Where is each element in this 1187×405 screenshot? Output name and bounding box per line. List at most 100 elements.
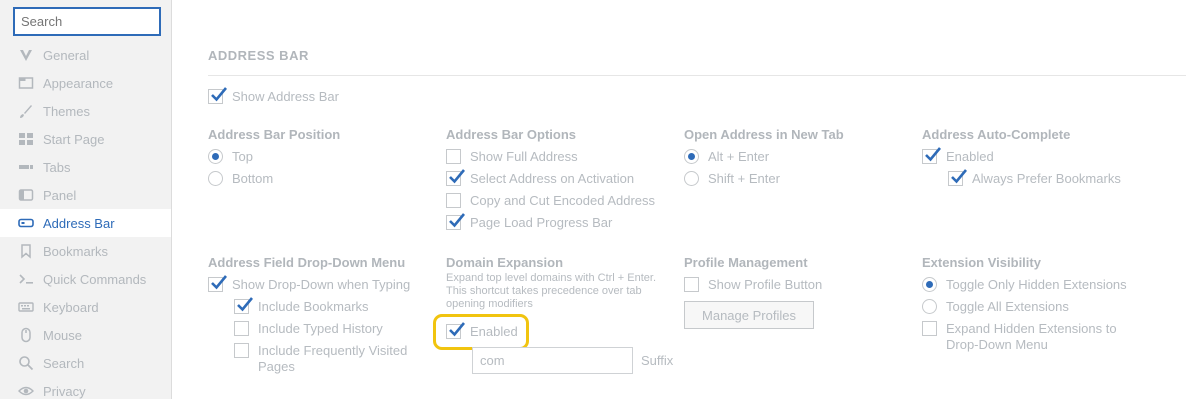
terminal-icon [17, 270, 35, 288]
sidebar-item-mouse[interactable]: Mouse [0, 321, 171, 349]
group-title-dropdown: Address Field Drop-Down Menu [208, 255, 406, 270]
group-title-position: Address Bar Position [208, 127, 341, 142]
include-frequent-pages-checkbox[interactable]: Include Frequently Visited Pages [234, 343, 424, 375]
autocomplete-enabled-checkbox[interactable]: Enabled [922, 147, 994, 165]
domain-description: Expand top level domains with Ctrl + Ent… [446, 272, 657, 310]
option-label: Include Typed History [258, 321, 383, 336]
sidebar-item-label: Start Page [43, 131, 105, 147]
option-label: Include Bookmarks [258, 299, 369, 314]
show-dropdown-checkbox[interactable]: Show Drop-Down when Typing [208, 275, 411, 293]
group-title-autocomplete: Address Auto-Complete [922, 127, 1071, 142]
domain-suffix-input[interactable]: com [472, 347, 633, 374]
checkbox-checked-icon [208, 275, 228, 292]
radio-unselected-icon [684, 171, 699, 186]
bookmark-icon [17, 242, 35, 260]
option-label: Expand Hidden Extensions to Drop-Down Me… [946, 321, 1117, 352]
radio-selected-icon [684, 149, 699, 164]
option-label: Shift + Enter [708, 171, 780, 186]
mouse-icon [17, 326, 35, 344]
option-label: Toggle Only Hidden Extensions [946, 277, 1127, 292]
sidebar-item-privacy[interactable]: Privacy [0, 377, 171, 405]
option-label: Enabled [470, 324, 518, 339]
checkbox-unchecked-icon [684, 277, 699, 292]
sidebar-item-keyboard[interactable]: Keyboard [0, 293, 171, 321]
manage-profiles-button[interactable]: Manage Profiles [684, 301, 814, 329]
checkbox-checked-icon [208, 87, 228, 104]
sidebar-item-tabs[interactable]: Tabs [0, 153, 171, 181]
checkbox-unchecked-icon [446, 149, 461, 164]
brush-icon [17, 102, 35, 120]
sidebar-item-general[interactable]: General [0, 41, 171, 69]
option-label: Show Profile Button [708, 277, 823, 292]
sidebar-item-appearance[interactable]: Appearance [0, 69, 171, 97]
expand-hidden-extensions-checkbox[interactable]: Expand Hidden Extensions to Drop-Down Me… [922, 321, 1137, 353]
sidebar-item-bookmarks[interactable]: Bookmarks [0, 237, 171, 265]
sidebar-item-label: Keyboard [43, 299, 99, 315]
option-label: Bottom [232, 171, 274, 186]
group-title-options: Address Bar Options [446, 127, 577, 142]
sidebar-item-label: Search [43, 355, 85, 371]
radio-selected-icon [208, 149, 223, 164]
checkbox-unchecked-icon [446, 193, 461, 208]
show-profile-button-checkbox[interactable]: Show Profile Button [684, 277, 822, 293]
checkbox-checked-icon [922, 147, 942, 164]
group-title-domain: Domain Expansion [446, 255, 564, 270]
checkbox-checked-icon [446, 322, 466, 339]
position-top-radio[interactable]: Top [208, 149, 253, 165]
sidebar-item-label: Panel [43, 187, 77, 203]
sidebar-item-start-page[interactable]: Start Page [0, 125, 171, 153]
toggle-hidden-extensions-radio[interactable]: Toggle Only Hidden Extensions [922, 277, 1127, 293]
option-label: Page Load Progress Bar [470, 215, 613, 230]
sidebar-item-address-bar[interactable]: Address Bar [0, 209, 171, 237]
search-input[interactable] [13, 7, 161, 36]
option-label: Alt + Enter [708, 149, 770, 164]
checkbox-unchecked-icon [234, 321, 249, 336]
checkbox-checked-icon [948, 169, 968, 186]
show-address-bar-checkbox[interactable]: Show Address Bar [208, 87, 339, 105]
copy-encoded-address-checkbox[interactable]: Copy and Cut Encoded Address [446, 193, 655, 209]
position-bottom-radio[interactable]: Bottom [208, 171, 273, 187]
toggle-all-extensions-radio[interactable]: Toggle All Extensions [922, 299, 1069, 315]
sidebar-item-themes[interactable]: Themes [0, 97, 171, 125]
divider [208, 75, 1186, 76]
tabs-icon [17, 158, 35, 176]
alt-enter-radio[interactable]: Alt + Enter [684, 149, 769, 165]
sidebar-item-panel[interactable]: Panel [0, 181, 171, 209]
shift-enter-radio[interactable]: Shift + Enter [684, 171, 780, 187]
checkbox-unchecked-icon [922, 321, 937, 336]
group-title-open-new-tab: Open Address in New Tab [684, 127, 844, 142]
sidebar-item-label: Bookmarks [43, 243, 109, 259]
page-title: ADDRESS BAR [208, 48, 309, 63]
prefer-bookmarks-checkbox[interactable]: Always Prefer Bookmarks [948, 169, 1121, 187]
group-title-extensions: Extension Visibility [922, 255, 1041, 270]
option-label: Copy and Cut Encoded Address [470, 193, 656, 208]
radio-unselected-icon [922, 299, 937, 314]
option-label: Show Full Address [470, 149, 578, 164]
sidebar-item-label: Themes [43, 103, 90, 119]
v-logo-icon [17, 46, 35, 64]
sidebar-item-label: General [43, 47, 90, 63]
option-label: Show Drop-Down when Typing [232, 277, 411, 292]
option-label: Enabled [946, 149, 994, 164]
page-load-progress-checkbox[interactable]: Page Load Progress Bar [446, 213, 613, 231]
sidebar-item-search[interactable]: Search [0, 349, 171, 377]
radio-selected-icon [922, 277, 937, 292]
option-label: Toggle All Extensions [946, 299, 1069, 314]
sidebar-item-quick-commands[interactable]: Quick Commands [0, 265, 171, 293]
domain-enabled-checkbox[interactable]: Enabled [446, 322, 518, 340]
checkbox-checked-icon [446, 213, 466, 230]
checkbox-unchecked-icon [234, 343, 249, 358]
option-label: Show Address Bar [232, 89, 339, 104]
address-bar-icon [17, 214, 35, 232]
window-icon [17, 74, 35, 92]
option-label: Always Prefer Bookmarks [972, 171, 1121, 186]
select-on-activation-checkbox[interactable]: Select Address on Activation [446, 169, 634, 187]
radio-unselected-icon [208, 171, 223, 186]
sidebar-item-label: Privacy [43, 383, 86, 399]
show-full-address-checkbox[interactable]: Show Full Address [446, 149, 578, 165]
include-typed-history-checkbox[interactable]: Include Typed History [234, 321, 383, 337]
group-title-profile: Profile Management [684, 255, 808, 270]
sidebar-item-label: Mouse [43, 327, 83, 343]
checkbox-checked-icon [446, 169, 466, 186]
include-bookmarks-checkbox[interactable]: Include Bookmarks [234, 297, 369, 315]
